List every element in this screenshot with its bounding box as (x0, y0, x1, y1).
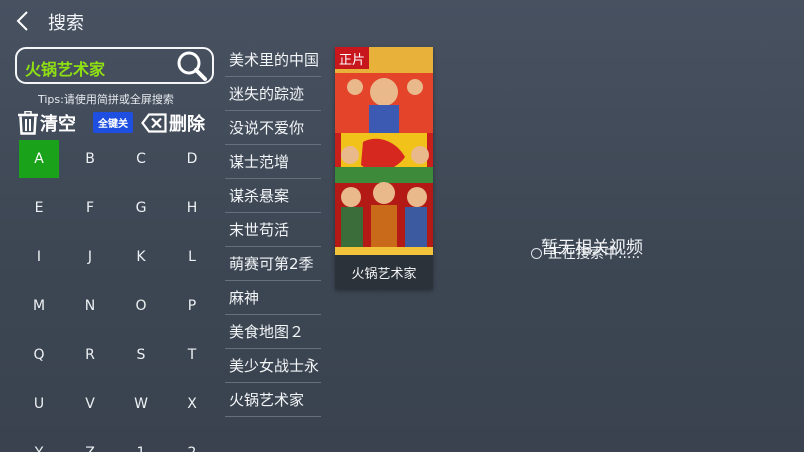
key-j[interactable]: J (70, 238, 110, 276)
suggestion-item[interactable]: 萌赛可第2季 (225, 247, 321, 281)
key-f[interactable]: F (70, 189, 110, 227)
suggestion-item[interactable]: 美少女战士永 (225, 349, 321, 383)
key-k[interactable]: K (121, 238, 161, 276)
clear-button-label: 清空 (40, 114, 76, 135)
key-u[interactable]: U (19, 385, 59, 423)
suggestion-item[interactable]: 谋士范增 (225, 145, 321, 179)
suggestion-item[interactable]: 没说不爱你 (225, 111, 321, 145)
result-poster: 正片 (335, 47, 433, 255)
suggestion-item[interactable]: 迷失的踪迹 (225, 77, 321, 111)
key-h[interactable]: H (172, 189, 212, 227)
fullscreen-keyboard-button[interactable]: 全键关 (93, 112, 133, 133)
header: 搜索 (0, 0, 804, 44)
delete-button[interactable]: 删除 (141, 110, 205, 136)
search-tips: Tips:请使用简拼或全屏搜索 (38, 93, 174, 106)
letter-keyboard: ABCD EFGH IJKL MNOP QRST UVWX YZ12 (19, 140, 219, 452)
key-r[interactable]: R (70, 336, 110, 374)
suggestion-item[interactable]: 火锅艺术家 (225, 383, 321, 417)
clear-button[interactable]: 清空 (17, 110, 76, 136)
key-1[interactable]: 1 (121, 434, 161, 452)
key-y[interactable]: Y (19, 434, 59, 452)
backspace-icon (141, 113, 167, 133)
search-icon[interactable] (175, 50, 209, 82)
result-badge: 正片 (335, 47, 370, 69)
keyboard-actions: 清空 全键关 删除 (17, 110, 217, 136)
loading-indicator: 正在搜索中..... (531, 244, 640, 262)
suggestion-item[interactable]: 美术里的中国 (225, 43, 321, 77)
delete-button-label: 删除 (169, 114, 205, 135)
suggestion-item[interactable]: 美食地图２ (225, 315, 321, 349)
key-z[interactable]: Z (70, 434, 110, 452)
back-arrow-icon[interactable] (12, 8, 36, 34)
search-query-text: 火锅艺术家 (25, 60, 106, 79)
spinner-icon (531, 247, 542, 259)
key-2[interactable]: 2 (172, 434, 212, 452)
search-input[interactable]: 火锅艺术家 (15, 47, 214, 84)
loading-text: 正在搜索中..... (548, 246, 641, 262)
key-l[interactable]: L (172, 238, 212, 276)
key-a[interactable]: A (19, 140, 59, 178)
suggestion-item[interactable]: 末世苟活 (225, 213, 321, 247)
key-m[interactable]: M (19, 287, 59, 325)
key-o[interactable]: O (121, 287, 161, 325)
key-t[interactable]: T (172, 336, 212, 374)
key-g[interactable]: G (121, 189, 161, 227)
page-title: 搜索 (48, 13, 84, 34)
result-card[interactable]: 正片 火锅艺术家 (335, 47, 433, 289)
key-p[interactable]: P (172, 287, 212, 325)
result-title: 火锅艺术家 (351, 266, 417, 282)
key-x[interactable]: X (172, 385, 212, 423)
key-d[interactable]: D (172, 140, 212, 178)
key-v[interactable]: V (70, 385, 110, 423)
suggestion-item[interactable]: 谋杀悬案 (225, 179, 321, 213)
key-n[interactable]: N (70, 287, 110, 325)
suggestion-list: 美术里的中国 迷失的踪迹 没说不爱你 谋士范增 谋杀悬案 末世苟活 萌赛可第2季 麻神 美食地图… (225, 43, 321, 417)
suggestion-item[interactable]: 麻神 (225, 281, 321, 315)
key-s[interactable]: S (121, 336, 161, 374)
key-q[interactable]: Q (19, 336, 59, 374)
trash-icon (18, 111, 38, 135)
key-c[interactable]: C (121, 140, 161, 178)
key-i[interactable]: I (19, 238, 59, 276)
key-b[interactable]: B (70, 140, 110, 178)
poster-art (335, 47, 433, 255)
key-e[interactable]: E (19, 189, 59, 227)
key-w[interactable]: W (121, 385, 161, 423)
